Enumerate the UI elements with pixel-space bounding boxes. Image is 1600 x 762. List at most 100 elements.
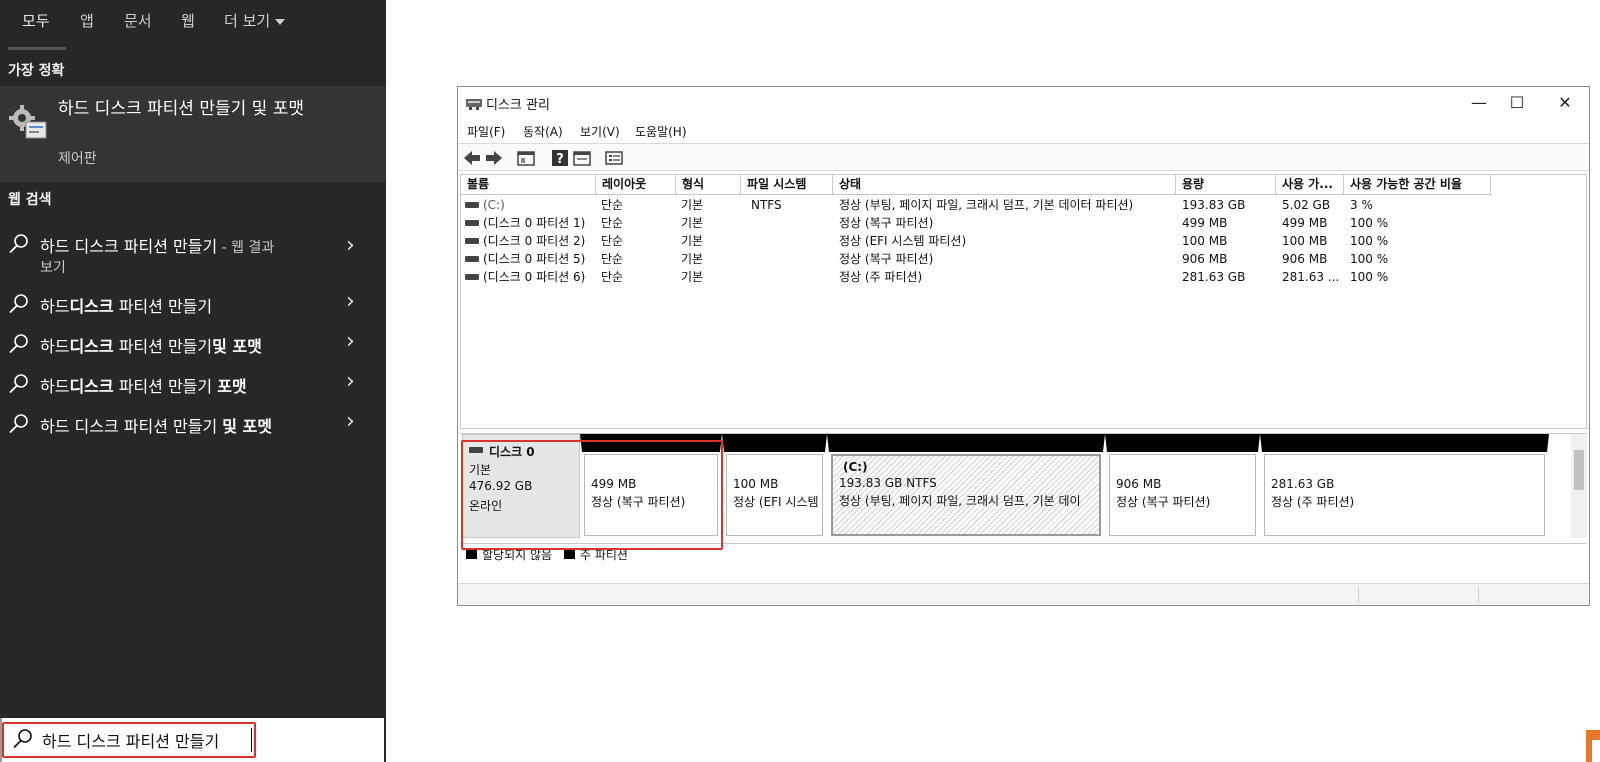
tab-documents[interactable]: 문서 — [124, 10, 152, 36]
menu-help[interactable]: 도움말(H) — [635, 123, 687, 140]
cell-type: 기본 — [681, 198, 704, 212]
cell-capacity: 281.63 GB — [1182, 270, 1246, 284]
cell-capacity: 906 MB — [1182, 252, 1228, 266]
search-icon — [9, 334, 28, 354]
properties-icon[interactable] — [516, 148, 536, 168]
cell-volume: (C:) — [483, 198, 505, 212]
best-match-subtitle: 제어판 — [58, 151, 97, 167]
volume-list: 볼륨 레이아웃 형식 파일 시스템 상태 용량 사용 가... 사용 가능한 공… — [460, 174, 1587, 429]
view-icon[interactable] — [604, 148, 624, 168]
cell-volume: (디스크 0 파티션 5) — [483, 252, 586, 266]
cell-free-space: 5.02 GB — [1282, 198, 1331, 212]
web-result-suffix: - 웹 결과 — [217, 240, 275, 256]
scrollbar-thumb[interactable] — [1574, 450, 1584, 490]
cell-status: 정상 (주 파티션) — [839, 270, 923, 284]
disk-management-icon — [466, 99, 482, 110]
menu-view[interactable]: 보기(V) — [580, 123, 620, 140]
cell-status: 정상 (복구 파티션) — [839, 252, 934, 266]
table-row[interactable]: (디스크 0 파티션 2) 단순 기본 정상 (EFI 시스템 파티션) 100… — [461, 232, 1586, 250]
menu-file[interactable]: 파일(F) — [467, 123, 505, 140]
help-icon[interactable]: ? — [550, 148, 570, 168]
column-header-volume[interactable]: 볼륨 — [461, 175, 596, 195]
partition-body: 100 MB 정상 (EFI 시스템 — [726, 454, 823, 536]
window-title: 디스크 관리 — [486, 98, 550, 113]
tab-apps[interactable]: 앱 — [80, 10, 94, 36]
status-separator — [1478, 587, 1479, 603]
web-result-text: 파티션 만들기 — [113, 337, 213, 356]
back-arrow-icon[interactable] — [462, 148, 482, 168]
title-bar[interactable]: 디스크 관리 — ☐ ✕ — [458, 87, 1589, 119]
web-result-prefix: 하드 — [40, 377, 70, 396]
svg-text:?: ? — [556, 152, 564, 167]
partition-status: 정상 (부팅, 페이지 파일, 크래시 덤프, 기본 데이 — [839, 494, 1081, 508]
cell-status: 정상 (EFI 시스템 파티션) — [839, 234, 967, 248]
tab-more-label: 더 보기 — [224, 12, 271, 30]
text-cursor — [251, 728, 252, 752]
menu-action[interactable]: 동작(A) — [523, 123, 563, 140]
close-button[interactable]: ✕ — [1542, 91, 1588, 115]
control-panel-gear-icon — [9, 105, 47, 139]
column-header-free-percent[interactable]: 사용 가능한 공간 비율 — [1344, 175, 1491, 195]
partition-status: 정상 (EFI 시스템 — [733, 495, 819, 509]
table-row[interactable]: (C:) 단순 기본 NTFS 정상 (부팅, 페이지 파일, 크래시 덤프, … — [461, 196, 1586, 214]
search-icon — [9, 414, 28, 434]
column-header-status[interactable]: 상태 — [833, 175, 1176, 195]
cell-layout: 단순 — [601, 234, 624, 248]
cell-layout: 단순 — [601, 252, 624, 266]
web-result-bold: 디스크 — [69, 297, 114, 316]
cell-volume: (디스크 0 파티션 1) — [483, 216, 586, 230]
column-header-type[interactable]: 형식 — [676, 175, 741, 195]
menu-bar: 파일(F) 동작(A) 보기(V) 도움말(H) — [458, 119, 1589, 143]
cell-volume: (디스크 0 파티션 2) — [483, 234, 586, 248]
web-result-item[interactable]: 하드 디스크 파티션 만들기 및 포멧 › — [0, 405, 386, 445]
web-result-item[interactable]: 하드디스크 파티션 만들기 › — [0, 285, 386, 325]
cell-free-percent: 100 % — [1350, 216, 1389, 230]
column-header-layout[interactable]: 레이아웃 — [596, 175, 676, 195]
corner-logo-inner — [1592, 740, 1600, 762]
best-match-heading: 가장 정확 — [8, 63, 65, 79]
cell-layout: 단순 — [601, 198, 624, 212]
volume-icon — [465, 256, 479, 262]
refresh-icon[interactable] — [572, 148, 592, 168]
web-result-bold-suffix: 포맷 — [217, 377, 247, 396]
chevron-right-icon: › — [346, 289, 355, 314]
partition-size: 906 MB — [1116, 477, 1162, 491]
partition-body: (C:) 193.83 GB NTFS 정상 (부팅, 페이지 파일, 크래시 … — [831, 454, 1101, 536]
web-result-item[interactable]: 하드디스크 파티션 만들기 포맷 › — [0, 365, 386, 405]
web-result-subtext: 보기 — [40, 260, 66, 276]
cell-free-space: 906 MB — [1282, 252, 1328, 266]
toolbar: ? — [458, 143, 1589, 171]
best-match-result[interactable]: 하드 디스크 파티션 만들기 및 포맷 제어판 — [0, 86, 386, 182]
partition-recovery-2[interactable]: 906 MB 정상 (복구 파티션) — [1105, 434, 1260, 538]
web-result-bold-suffix: 및 포멧 — [222, 417, 272, 436]
tab-web[interactable]: 웹 — [181, 10, 195, 36]
web-result-item[interactable]: 하드 디스크 파티션 만들기 - 웹 결과 보기 › — [0, 225, 386, 276]
search-icon — [9, 374, 28, 394]
cell-layout: 단순 — [601, 216, 624, 230]
partition-primary[interactable]: 281.63 GB 정상 (주 파티션) — [1260, 434, 1549, 538]
column-header-free-space[interactable]: 사용 가... — [1276, 175, 1344, 195]
partition-status: 정상 (주 파티션) — [1271, 495, 1355, 509]
table-row[interactable]: (디스크 0 파티션 1) 단순 기본 정상 (복구 파티션) 499 MB 4… — [461, 214, 1586, 232]
tab-all[interactable]: 모두 — [22, 10, 50, 36]
web-result-prefix: 하드 — [40, 297, 70, 316]
table-row[interactable]: (디스크 0 파티션 5) 단순 기본 정상 (복구 파티션) 906 MB 9… — [461, 250, 1586, 268]
cell-free-space: 499 MB — [1282, 216, 1328, 230]
web-result-bold-suffix: 및 포맷 — [212, 337, 262, 356]
tab-more[interactable]: 더 보기 — [224, 10, 286, 36]
forward-arrow-icon[interactable] — [484, 148, 504, 168]
cell-free-percent: 100 % — [1350, 270, 1389, 284]
partition-efi[interactable]: 100 MB 정상 (EFI 시스템 — [722, 434, 827, 538]
web-result-bold: 디스크 — [69, 377, 114, 396]
web-result-item[interactable]: 하드디스크 파티션 만들기및 포맷 › — [0, 325, 386, 365]
partition-size: 193.83 GB NTFS — [839, 476, 937, 490]
cell-volume: (디스크 0 파티션 6) — [483, 270, 586, 284]
table-row[interactable]: (디스크 0 파티션 6) 단순 기본 정상 (주 파티션) 281.63 GB… — [461, 268, 1586, 286]
partition-c-drive[interactable]: (C:) 193.83 GB NTFS 정상 (부팅, 페이지 파일, 크래시 … — [827, 434, 1105, 538]
column-header-capacity[interactable]: 용량 — [1176, 175, 1276, 195]
maximize-button[interactable]: ☐ — [1494, 91, 1540, 115]
chevron-right-icon: › — [346, 409, 355, 434]
column-header-filesystem[interactable]: 파일 시스템 — [741, 175, 833, 195]
disk-map-scrollbar[interactable] — [1571, 434, 1587, 538]
web-result-text: 하드 디스크 파티션 만들기 — [40, 237, 218, 256]
